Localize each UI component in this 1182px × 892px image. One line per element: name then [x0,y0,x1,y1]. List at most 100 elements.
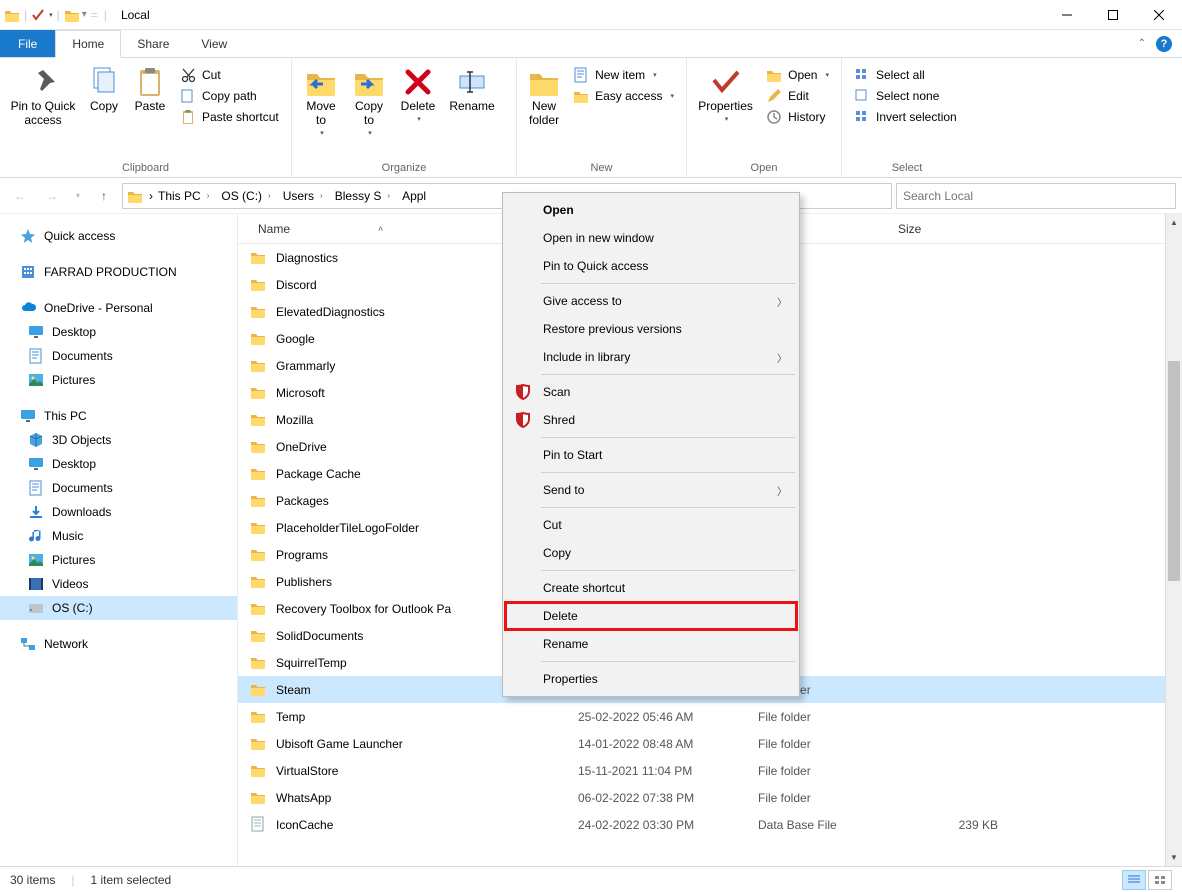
status-bar: 30 items | 1 item selected [0,866,1182,892]
large-icons-view-button[interactable] [1148,870,1172,890]
help-icon[interactable]: ? [1156,36,1172,52]
forward-button[interactable]: → [38,182,66,210]
menu-item-scan[interactable]: Scan [505,378,797,406]
maximize-button[interactable] [1090,0,1136,30]
menu-item-open-in-new-window[interactable]: Open in new window [505,224,797,252]
new-folder-button[interactable]: New folder [523,62,565,128]
nav-farrad[interactable]: FARRAD PRODUCTION [0,260,237,284]
pin-to-quick-access-button[interactable]: Pin to Quick access [6,62,80,128]
nav-os-c[interactable]: OS (C:) [0,596,237,620]
select-none-button[interactable]: Select none [848,87,963,105]
back-button[interactable]: ← [6,182,34,210]
collapse-ribbon-icon[interactable]: ⌃ [1138,38,1146,49]
nav-onedrive[interactable]: OneDrive - Personal [0,296,237,320]
minimize-button[interactable] [1044,0,1090,30]
crumb-appdata[interactable]: Appl [399,189,429,203]
nav-quick-access[interactable]: Quick access [0,224,237,248]
menu-item-label: Copy [543,546,571,560]
easy-access-button[interactable]: Easy access▾ [567,87,680,105]
ribbon-tabs: File Home Share View ⌃ ? [0,30,1182,58]
menu-item-pin-to-quick-access[interactable]: Pin to Quick access [505,252,797,280]
menu-item-pin-to-start[interactable]: Pin to Start [505,441,797,469]
menu-item-send-to[interactable]: Send to〉 [505,476,797,504]
invert-selection-button[interactable]: Invert selection [848,108,963,126]
up-button[interactable]: ↑ [90,182,118,210]
menu-item-create-shortcut[interactable]: Create shortcut [505,574,797,602]
menu-item-copy[interactable]: Copy [505,539,797,567]
crumb-os-c[interactable]: OS (C:)› [218,189,277,203]
nav-downloads[interactable]: Downloads [0,500,237,524]
nav-3d-objects[interactable]: 3D Objects [0,428,237,452]
paste-button[interactable]: Paste [128,62,172,114]
scroll-down-icon[interactable]: ▼ [1166,849,1182,866]
crumb-users[interactable]: Users› [280,189,330,203]
copy-path-button[interactable]: Copy path [174,87,285,105]
menu-item-shred[interactable]: Shred [505,406,797,434]
edit-button[interactable]: Edit [760,87,835,105]
scroll-up-icon[interactable]: ▲ [1166,214,1182,231]
scroll-thumb[interactable] [1168,361,1180,581]
file-row[interactable]: IconCache24-02-2022 03:30 PMData Base Fi… [238,811,1182,838]
file-name: IconCache [276,818,578,832]
tab-view[interactable]: View [185,30,243,57]
nav-od-documents[interactable]: Documents [0,344,237,368]
nav-videos[interactable]: Videos [0,572,237,596]
move-to-button[interactable]: Move to▾ [298,62,344,138]
file-type: File folder [758,764,908,778]
file-row[interactable]: WhatsApp06-02-2022 07:38 PMFile folder [238,784,1182,811]
nav-pictures[interactable]: Pictures [0,548,237,572]
tab-home[interactable]: Home [55,30,121,58]
qat-dropdown[interactable]: ▾ [49,11,53,19]
cut-button[interactable]: Cut [174,66,285,84]
file-row[interactable]: Temp25-02-2022 05:46 AMFile folder [238,703,1182,730]
copy-button[interactable]: Copy [82,62,126,114]
menu-item-delete[interactable]: Delete [505,602,797,630]
nav-documents[interactable]: Documents [0,476,237,500]
close-button[interactable] [1136,0,1182,30]
folder-icon [250,465,268,483]
crumb-user[interactable]: Blessy S› [332,189,397,203]
nav-this-pc[interactable]: This PC [0,404,237,428]
properties-button[interactable]: Properties▾ [693,62,758,124]
details-view-button[interactable] [1122,870,1146,890]
menu-item-rename[interactable]: Rename [505,630,797,658]
file-type: File folder [758,737,908,751]
file-date: 25-02-2022 05:46 AM [578,710,758,724]
menu-item-open[interactable]: Open [505,196,797,224]
file-name: Temp [276,710,578,724]
menu-item-label: Open in new window [543,231,654,245]
history-button[interactable]: History [760,108,835,126]
qat-props-icon[interactable] [31,8,45,22]
select-all-button[interactable]: Select all [848,66,963,84]
menu-item-label: Restore previous versions [543,322,682,336]
menu-item-cut[interactable]: Cut [505,511,797,539]
file-tab[interactable]: File [0,30,55,57]
nav-od-desktop[interactable]: Desktop [0,320,237,344]
search-input[interactable]: Search Local [896,183,1176,209]
nav-desktop[interactable]: Desktop [0,452,237,476]
paste-shortcut-button[interactable]: Paste shortcut [174,108,285,126]
rename-button[interactable]: Rename [444,62,500,114]
col-size[interactable]: Size [890,222,990,236]
delete-button[interactable]: Delete▾ [394,62,442,124]
file-row[interactable]: Ubisoft Game Launcher14-01-2022 08:48 AM… [238,730,1182,757]
menu-item-give-access-to[interactable]: Give access to〉 [505,287,797,315]
menu-item-properties[interactable]: Properties [505,665,797,693]
file-row[interactable]: VirtualStore15-11-2021 11:04 PMFile fold… [238,757,1182,784]
submenu-arrow-icon: 〉 [777,350,787,365]
open-button[interactable]: Open▾ [760,66,835,84]
menu-item-include-in-library[interactable]: Include in library〉 [505,343,797,371]
copy-to-button[interactable]: Copy to▾ [346,62,392,138]
menu-item-restore-previous-versions[interactable]: Restore previous versions [505,315,797,343]
new-item-button[interactable]: New item▾ [567,66,680,84]
crumb-this-pc[interactable]: This PC› [155,189,216,203]
file-date: 24-02-2022 03:30 PM [578,818,758,832]
recent-locations-button[interactable]: ▾ [70,182,86,210]
menu-separator [541,437,795,438]
nav-od-pictures[interactable]: Pictures [0,368,237,392]
nav-network[interactable]: Network [0,632,237,656]
folder-icon [250,411,268,429]
nav-music[interactable]: Music [0,524,237,548]
tab-share[interactable]: Share [121,30,185,57]
scrollbar[interactable]: ▲ ▼ [1165,214,1182,866]
